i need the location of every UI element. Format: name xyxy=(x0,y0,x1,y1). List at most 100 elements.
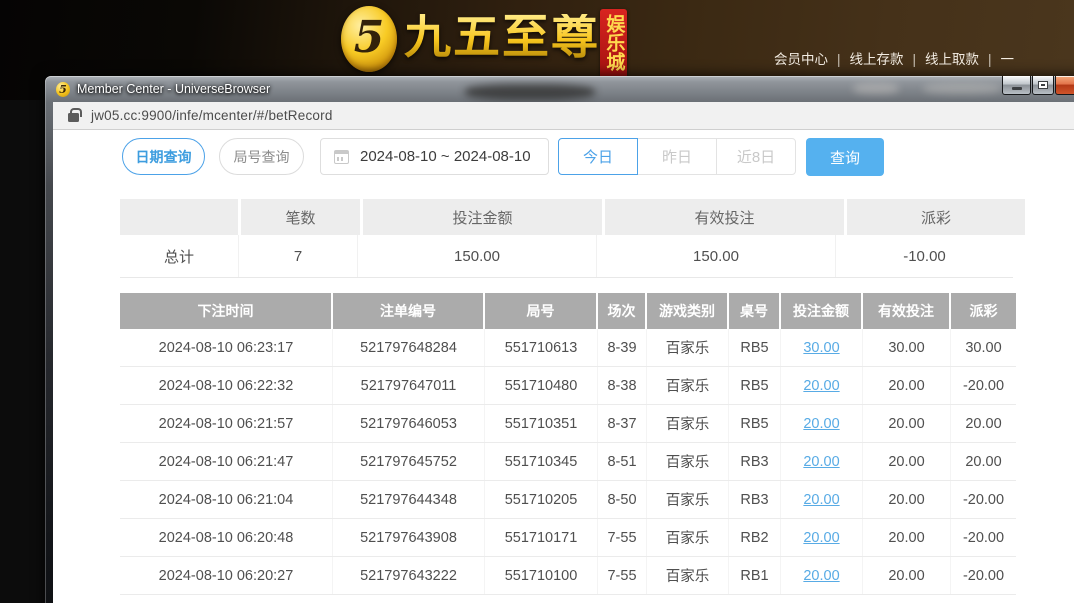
address-bar[interactable]: jw05.cc:9900/infe/mcenter/#/betRecord xyxy=(53,102,1074,130)
summary-header-cell xyxy=(120,199,238,235)
summary-header-row: 笔数 投注金额 有效投注 派彩 xyxy=(120,199,1013,235)
bet-cell: 2024-08-10 06:22:32 xyxy=(120,367,333,404)
bet-amount-link[interactable]: 20.00 xyxy=(803,416,839,432)
bet-cell: 2024-08-10 06:20:27 xyxy=(120,557,333,594)
bet-header-cell: 局号 xyxy=(485,293,598,329)
url-text[interactable]: jw05.cc:9900/infe/mcenter/#/betRecord xyxy=(91,108,333,123)
bet-header-cell: 游戏类别 xyxy=(647,293,729,329)
bet-cell: 551710480 xyxy=(485,367,598,404)
bet-amount-link[interactable]: 20.00 xyxy=(803,568,839,584)
quick-range-button[interactable]: 近8日 xyxy=(716,138,796,175)
summary-header-cell: 派彩 xyxy=(847,199,1025,235)
table-row: 2024-08-10 06:20:48521797643908551710171… xyxy=(120,519,1016,557)
bet-cell: 8-50 xyxy=(598,481,647,518)
bet-cell: 百家乐 xyxy=(647,405,729,442)
bet-cell: 20.00 xyxy=(863,405,951,442)
bet-cell: 8-51 xyxy=(598,443,647,480)
summary-payout: -10.00 xyxy=(835,235,1013,277)
nav-link[interactable]: 线上存款 xyxy=(850,52,904,67)
quick-range-group: 今日昨日近8日 xyxy=(558,138,796,175)
bet-amount-link[interactable]: 20.00 xyxy=(803,378,839,394)
summary-bet-amount: 150.00 xyxy=(357,235,596,277)
bet-cell: RB5 xyxy=(729,329,781,366)
table-row: 2024-08-10 06:20:27521797643222551710100… xyxy=(120,557,1016,595)
bet-cell: 百家乐 xyxy=(647,443,729,480)
summary-total-label: 总计 xyxy=(120,235,238,277)
brand-coin-icon: 5 xyxy=(341,6,397,72)
bet-cell: 521797648284 xyxy=(333,329,485,366)
search-button[interactable]: 查询 xyxy=(806,138,884,176)
window-app-icon: 5 xyxy=(56,82,70,97)
nav-link-partial[interactable]: 一 xyxy=(1001,52,1015,67)
bet-cell: -20.00 xyxy=(951,557,1016,594)
lock-icon xyxy=(68,113,79,122)
table-row: 2024-08-10 06:23:17521797648284551710613… xyxy=(120,329,1016,367)
bet-cell: 2024-08-10 06:21:47 xyxy=(120,443,333,480)
bet-header-cell: 桌号 xyxy=(729,293,781,329)
summary-table: 笔数 投注金额 有效投注 派彩 总计 7 150.00 150.00 -10.0… xyxy=(120,199,1013,278)
maximize-button[interactable] xyxy=(1032,76,1054,95)
nav-link[interactable]: 线上取款 xyxy=(925,52,979,67)
bet-cell: 8-39 xyxy=(598,329,647,366)
bet-cell: 7-55 xyxy=(598,519,647,556)
window-titlebar[interactable]: 5 Member Center - UniverseBrowser ✕ xyxy=(45,76,1074,102)
bet-header-cell: 场次 xyxy=(598,293,647,329)
bet-cell: RB2 xyxy=(729,519,781,556)
bet-cell: 551710100 xyxy=(485,557,598,594)
bet-cell: 551710613 xyxy=(485,329,598,366)
bet-table-header-row: 下注时间注单编号局号场次游戏类别桌号投注金额有效投注派彩 xyxy=(120,293,1016,329)
screen: 5 九五至尊 娱乐城 会员中心|线上存款|线上取款|一 5 Member Cen… xyxy=(0,0,1074,603)
bet-cell: 百家乐 xyxy=(647,557,729,594)
bet-cell: RB5 xyxy=(729,405,781,442)
summary-header-cell: 笔数 xyxy=(241,199,360,235)
bet-cell: 20.00 xyxy=(781,405,863,442)
bet-cell: 20.00 xyxy=(863,443,951,480)
bet-header-cell: 下注时间 xyxy=(120,293,333,329)
date-range-input[interactable]: 2024-08-10 ~ 2024-08-10 xyxy=(320,138,549,175)
bet-header-cell: 投注金额 xyxy=(781,293,863,329)
bet-cell: 20.00 xyxy=(781,557,863,594)
bet-cell: RB5 xyxy=(729,367,781,404)
nav-separator: | xyxy=(988,52,992,67)
bet-table-body: 2024-08-10 06:23:17521797648284551710613… xyxy=(120,329,1016,595)
summary-header-cell: 投注金额 xyxy=(363,199,602,235)
glass-blur-decoration xyxy=(853,83,899,94)
round-query-tab[interactable]: 局号查询 xyxy=(219,138,304,175)
bet-table: 下注时间注单编号局号场次游戏类别桌号投注金额有效投注派彩 2024-08-10 … xyxy=(120,293,1016,595)
table-row: 2024-08-10 06:21:57521797646053551710351… xyxy=(120,405,1016,443)
minimize-button[interactable] xyxy=(1002,76,1031,95)
bet-header-cell: 有效投注 xyxy=(863,293,951,329)
quick-range-button[interactable]: 今日 xyxy=(558,138,638,175)
bet-cell: 521797645752 xyxy=(333,443,485,480)
banner-nav: 会员中心|线上存款|线上取款|一 xyxy=(774,48,1074,68)
date-query-tab[interactable]: 日期查询 xyxy=(122,138,205,175)
bet-cell: 20.00 xyxy=(863,367,951,404)
bet-cell: 551710351 xyxy=(485,405,598,442)
bet-cell: 521797644348 xyxy=(333,481,485,518)
bet-amount-link[interactable]: 30.00 xyxy=(803,340,839,356)
bet-record-page: 日期查询 局号查询 2024-08-10 ~ 2024-08-10 今日昨日近8… xyxy=(53,130,1074,603)
nav-separator: | xyxy=(837,52,841,67)
bet-cell: 百家乐 xyxy=(647,367,729,404)
quick-range-button[interactable]: 昨日 xyxy=(637,138,717,175)
bet-amount-link[interactable]: 20.00 xyxy=(803,530,839,546)
bet-cell: 521797643908 xyxy=(333,519,485,556)
nav-link[interactable]: 会员中心 xyxy=(774,52,828,67)
window-title: Member Center - UniverseBrowser xyxy=(77,82,270,96)
bet-cell: RB3 xyxy=(729,443,781,480)
summary-header-cell: 有效投注 xyxy=(605,199,844,235)
bet-cell: 521797643222 xyxy=(333,557,485,594)
bet-cell: 20.00 xyxy=(781,519,863,556)
bet-cell: 百家乐 xyxy=(647,519,729,556)
summary-count: 7 xyxy=(238,235,357,277)
bet-cell: 551710205 xyxy=(485,481,598,518)
bet-amount-link[interactable]: 20.00 xyxy=(803,454,839,470)
window-app-icon-glyph: 5 xyxy=(59,84,67,95)
bet-amount-link[interactable]: 20.00 xyxy=(803,492,839,508)
bet-cell: 8-38 xyxy=(598,367,647,404)
table-row: 2024-08-10 06:22:32521797647011551710480… xyxy=(120,367,1016,405)
calendar-icon xyxy=(334,150,349,164)
bet-cell: 2024-08-10 06:23:17 xyxy=(120,329,333,366)
close-button[interactable]: ✕ xyxy=(1055,76,1074,95)
brand-coin-glyph: 5 xyxy=(354,16,385,60)
